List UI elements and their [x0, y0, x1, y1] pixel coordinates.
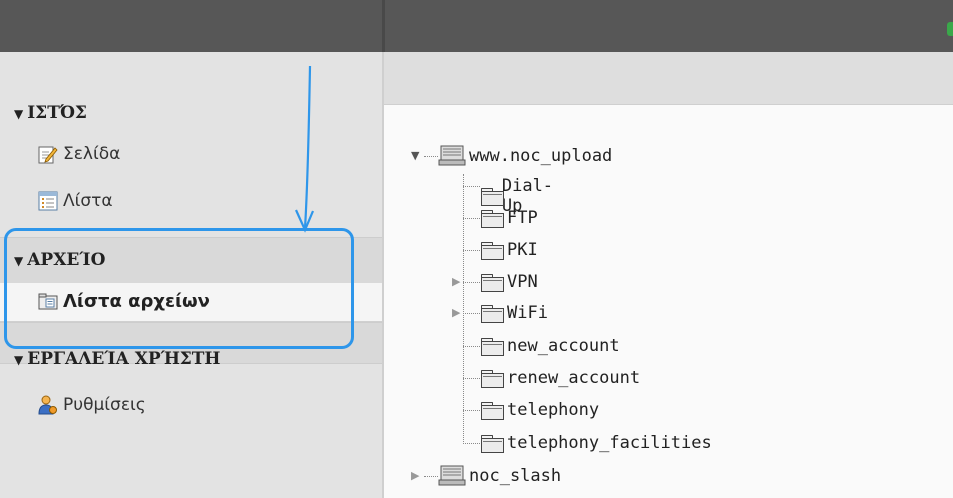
- folder-icon: [480, 434, 504, 453]
- tree-node-label: WiFi: [507, 303, 548, 323]
- section-title: ΕΡΓΑΛΕΊΑ ΧΡΉΣΤΗ: [27, 349, 221, 369]
- section-header-user-tools[interactable]: ▼ ΕΡΓΑΛΕΊΑ ΧΡΉΣΤΗ: [14, 349, 220, 369]
- collapse-triangle-icon: ▼: [14, 353, 24, 367]
- tree-connector: [463, 443, 480, 444]
- server-icon: [438, 145, 466, 167]
- tree-node-label: www.noc_upload: [469, 146, 613, 166]
- tree-connector: [424, 156, 438, 157]
- folder-icon: [480, 337, 504, 356]
- sidebar-item-settings[interactable]: Ρυθμίσεις: [38, 395, 146, 415]
- tree-node-label: FTP: [507, 208, 538, 228]
- tree-connector: [463, 250, 480, 251]
- top-bar: [0, 0, 953, 52]
- tree-connector: [463, 313, 480, 314]
- tree-node-server[interactable]: noc_slash: [438, 465, 561, 487]
- expand-toggle-icon[interactable]: ▼: [411, 149, 419, 162]
- folder-icon: [480, 304, 504, 323]
- tree-node-folder[interactable]: WiFi: [480, 303, 548, 323]
- sidebar-item-list[interactable]: Λίστα: [38, 191, 113, 211]
- tree-node-folder[interactable]: telephony: [480, 400, 599, 420]
- section-title: ΙΣΤΌΣ: [27, 103, 87, 123]
- tree-node-label: renew_account: [507, 368, 641, 388]
- highlight-box: [4, 228, 354, 349]
- tree-node-folder[interactable]: VPN: [480, 272, 538, 292]
- status-indicator: [947, 22, 953, 36]
- section-header-site[interactable]: ▼ ΙΣΤΌΣ: [14, 103, 87, 123]
- sidebar-item-label: Σελίδα: [63, 144, 121, 164]
- tree-node-label: noc_slash: [469, 466, 562, 486]
- top-bar-divider: [382, 0, 385, 52]
- folder-icon: [480, 369, 504, 388]
- tree-node-folder[interactable]: telephony_facilities: [480, 433, 712, 453]
- folder-icon: [480, 187, 504, 206]
- user-settings-icon: [38, 395, 58, 415]
- expand-toggle-icon[interactable]: ▶: [452, 306, 460, 319]
- tree-node-folder[interactable]: FTP: [480, 208, 538, 228]
- expand-toggle-icon[interactable]: ▶: [411, 469, 419, 482]
- tree-node-label: PKI: [507, 240, 538, 260]
- annotation-arrow-icon: [294, 65, 315, 233]
- tree-connector: [424, 476, 438, 477]
- collapse-triangle-icon: ▼: [14, 107, 24, 121]
- tree-connector: [463, 410, 480, 411]
- content-pane: ▼ www.noc_upload Dial-Up FTP PKI ▶ VPN ▶…: [384, 52, 953, 498]
- tree-connector: [463, 282, 480, 283]
- server-icon: [438, 465, 466, 487]
- tree-node-label: telephony_facilities: [507, 433, 712, 453]
- tree-node-folder[interactable]: PKI: [480, 240, 538, 260]
- content-toolbar: [384, 52, 953, 105]
- folder-icon: [480, 273, 504, 292]
- sidebar-item-page[interactable]: Σελίδα: [38, 144, 120, 164]
- sidebar-item-label: Ρυθμίσεις: [63, 395, 146, 415]
- tree-node-root[interactable]: www.noc_upload: [438, 145, 612, 167]
- tree-node-label: new_account: [507, 336, 620, 356]
- folder-icon: [480, 241, 504, 260]
- tree-node-label: VPN: [507, 272, 538, 292]
- tree-connector: [463, 346, 480, 347]
- tree-connector: [463, 218, 480, 219]
- tree-connector: [463, 378, 480, 379]
- folder-icon: [480, 209, 504, 228]
- folder-icon: [480, 401, 504, 420]
- tree-node-folder[interactable]: new_account: [480, 336, 620, 356]
- tree-guide-line: [463, 174, 464, 444]
- tree-node-folder[interactable]: renew_account: [480, 368, 640, 388]
- sidebar-item-label: Λίστα: [63, 191, 113, 211]
- tree-node-label: telephony: [507, 400, 600, 420]
- list-icon: [38, 191, 58, 211]
- tree-connector: [463, 186, 480, 187]
- expand-toggle-icon[interactable]: ▶: [452, 275, 460, 288]
- page-edit-icon: [38, 144, 58, 164]
